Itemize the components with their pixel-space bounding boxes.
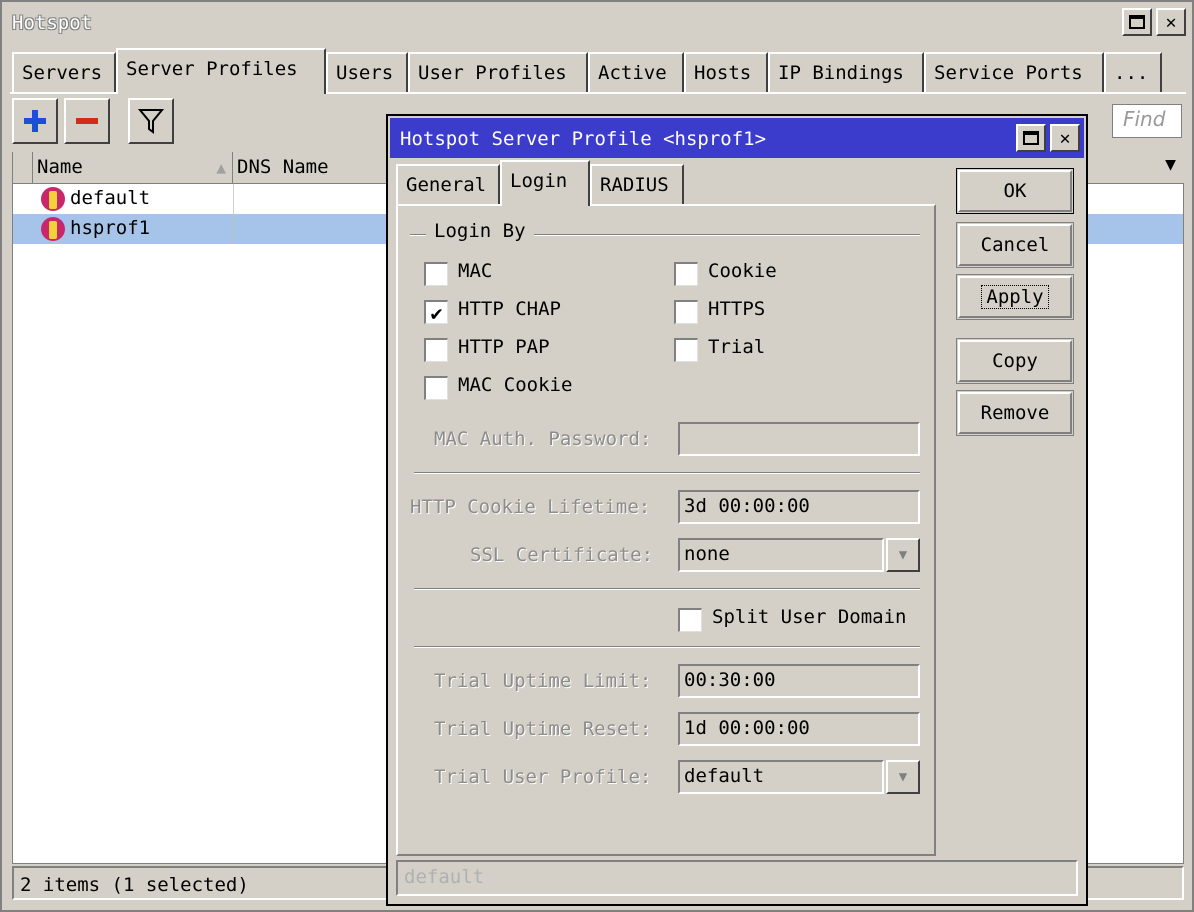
http-cookie-lifetime-label: HTTP Cookie Lifetime: [410,496,651,518]
row-name: hsprof1 [70,217,151,239]
chevron-down-icon: ▼ [898,547,908,563]
split-user-domain-checkbox[interactable] [678,608,702,632]
login-tab-panel: Login By MAC Cookie ✔ HTTP CHAP HTTPS HT… [396,204,936,856]
tab-service-ports[interactable]: Service Ports [924,52,1104,92]
funnel-icon [138,109,164,134]
maximize-icon [1129,15,1145,29]
apply-button[interactable]: Apply [956,274,1074,320]
cookie-checkbox[interactable] [674,262,698,286]
main-titlebar[interactable]: Hotspot ✕ [2,2,1190,44]
column-menu-icon[interactable]: ▼ [1165,154,1176,175]
dialog-maximize-button[interactable] [1016,124,1046,152]
trial-uptime-limit-label: Trial Uptime Limit: [434,670,652,692]
tab-server-profiles[interactable]: Server Profiles [116,48,326,94]
trial-uptime-reset-field[interactable]: 1d 00:00:00 [678,712,920,746]
tab-servers[interactable]: Servers [12,52,116,92]
column-divider [233,214,234,244]
copy-button[interactable]: Copy [956,338,1074,384]
mac-auth-password-field[interactable] [678,422,920,456]
tab-users[interactable]: Users [326,52,408,92]
dialog-title: Hotspot Server Profile <hsprof1> [400,128,767,150]
https-checkbox[interactable] [674,300,698,324]
trial-user-profile-select[interactable]: default [678,760,884,794]
cancel-button[interactable]: Cancel [956,222,1074,268]
mac-auth-password-label: MAC Auth. Password: [434,428,652,450]
column-header-name-label: Name [37,156,83,178]
add-button[interactable] [12,98,58,144]
dialog-close-button[interactable]: ✕ [1050,124,1080,152]
mac-label: MAC [458,260,493,282]
cookie-label: Cookie [708,260,777,282]
sort-asc-icon: ▲ [216,158,226,177]
ssl-certificate-label: SSL Certificate: [470,544,654,566]
maximize-icon [1023,131,1039,145]
login-by-group-label: Login By [426,220,534,242]
tab-hosts[interactable]: Hosts [684,52,768,92]
section-separator [414,472,920,474]
ssl-certificate-select[interactable]: none [678,538,884,572]
apply-button-label: Apply [981,285,1049,309]
dialog-tab-radius[interactable]: RADIUS [590,164,684,204]
trial-uptime-reset-label: Trial Uptime Reset: [434,718,652,740]
dialog-status-text: default [404,866,485,888]
server-profile-dialog: Hotspot Server Profile <hsprof1> ✕ Gener… [386,114,1088,906]
mac-cookie-label: MAC Cookie [458,374,573,396]
filter-button[interactable] [128,98,174,144]
http-chap-label: HTTP CHAP [458,298,561,320]
http-chap-checkbox[interactable]: ✔ [424,300,448,324]
https-label: HTTPS [708,298,766,320]
dialog-tab-login[interactable]: Login [500,160,590,206]
copy-button-label: Copy [992,350,1038,372]
trial-label: Trial [708,336,766,358]
column-header-name[interactable]: Name ▲ [33,152,233,184]
trial-user-profile-dropdown-button[interactable]: ▼ [886,760,920,794]
column-header-dns-label: DNS Name [237,156,329,178]
close-button[interactable]: ✕ [1156,8,1186,36]
trial-checkbox[interactable] [674,338,698,362]
close-icon: ✕ [1165,11,1177,33]
hotspot-profile-icon [41,187,65,211]
http-pap-checkbox[interactable] [424,338,448,362]
column-header-blank [13,152,33,184]
split-user-domain-label: Split User Domain [712,606,907,628]
http-cookie-lifetime-field[interactable]: 3d 00:00:00 [678,490,920,524]
dialog-titlebar[interactable]: Hotspot Server Profile <hsprof1> ✕ [390,118,1084,158]
tab-active[interactable]: Active [588,52,684,92]
tab-more[interactable]: ... [1104,52,1162,92]
http-pap-label: HTTP PAP [458,336,550,358]
find-input[interactable]: Find [1112,104,1182,138]
plus-icon [24,110,46,132]
remove-button-label: Remove [980,402,1050,424]
column-divider [233,184,234,214]
minus-icon [76,118,98,124]
remove-profile-button[interactable]: Remove [956,390,1074,436]
mac-checkbox[interactable] [424,262,448,286]
section-separator [414,646,920,648]
checkmark-icon: ✔ [430,300,443,325]
tab-user-profiles[interactable]: User Profiles [408,52,588,92]
window-title: Hotspot [12,12,93,34]
status-text: 2 items (1 selected) [20,874,249,896]
cancel-button-label: Cancel [980,234,1050,256]
chevron-down-icon: ▼ [898,769,908,785]
mac-cookie-checkbox[interactable] [424,376,448,400]
dialog-tab-general[interactable]: General [396,164,500,204]
ssl-certificate-dropdown-button[interactable]: ▼ [886,538,920,572]
tab-ip-bindings[interactable]: IP Bindings [768,52,924,92]
close-icon: ✕ [1059,127,1071,149]
maximize-button[interactable] [1122,8,1152,36]
ok-button[interactable]: OK [956,168,1074,214]
remove-button[interactable] [64,98,110,144]
section-separator [414,588,920,590]
hotspot-profile-icon [41,217,65,241]
row-name: default [70,187,151,209]
dialog-status-bar: default [396,860,1078,896]
ok-button-label: OK [1003,180,1027,202]
trial-uptime-limit-field[interactable]: 00:30:00 [678,664,920,698]
trial-user-profile-label: Trial User Profile: [434,766,652,788]
